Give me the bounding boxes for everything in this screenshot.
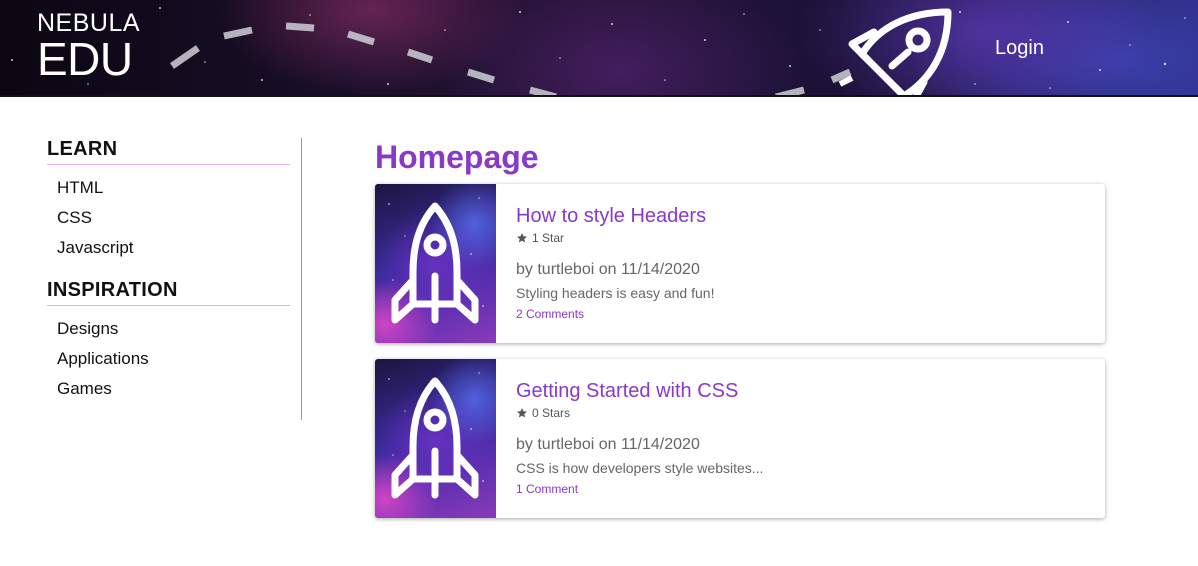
sidebar-heading-inspiration: INSPIRATION — [47, 279, 290, 306]
post-thumbnail — [375, 359, 496, 518]
post-byline: by turtleboi on 11/14/2020 — [516, 436, 700, 453]
sidebar-item-applications[interactable]: Applications — [57, 348, 290, 378]
star-icon — [517, 233, 527, 243]
post-body: Getting Started with CSS 0 Stars by turt… — [516, 379, 763, 496]
rocket-icon — [388, 197, 484, 324]
sidebar-item-designs[interactable]: Designs — [57, 318, 290, 348]
post-comments-link[interactable]: 1 Comment — [516, 482, 763, 496]
post-excerpt: Styling headers is easy and fun! — [516, 285, 715, 301]
post-title[interactable]: Getting Started with CSS — [516, 379, 763, 403]
post-title[interactable]: How to style Headers — [516, 204, 714, 228]
sidebar-list-inspiration: Designs Applications Games — [47, 306, 290, 408]
post-star-count: 1 Star — [532, 231, 565, 245]
post-card[interactable]: How to style Headers 1 Star by turtleboi… — [375, 184, 1105, 343]
post-excerpt: CSS is how developers style websites... — [516, 460, 764, 476]
site-logo[interactable]: NEBULA EDU — [37, 11, 140, 85]
post-rating: 0 Stars — [516, 406, 763, 420]
sidebar-item-html[interactable]: HTML — [57, 177, 290, 207]
post-card[interactable]: Getting Started with CSS 0 Stars by turt… — [375, 359, 1105, 518]
sidebar-section-inspiration: INSPIRATION Designs Applications Games — [47, 279, 290, 408]
sidebar-nav: LEARN HTML CSS Javascript INSPIRATION De… — [47, 138, 302, 420]
rocket-icon — [388, 372, 484, 499]
post-comments-link[interactable]: 2 Comments — [516, 307, 714, 321]
sidebar-item-games[interactable]: Games — [57, 378, 290, 408]
sidebar-item-javascript[interactable]: Javascript — [57, 237, 290, 267]
star-icon — [517, 408, 527, 418]
post-star-count: 0 Stars — [532, 406, 571, 420]
rocket-icon — [838, 8, 952, 95]
page-title: Homepage — [375, 139, 539, 175]
sidebar-list-learn: HTML CSS Javascript — [47, 165, 290, 267]
login-link[interactable]: Login — [995, 37, 1044, 60]
post-thumbnail — [375, 184, 496, 343]
sidebar-section-learn: LEARN HTML CSS Javascript — [47, 138, 290, 267]
post-rating: 1 Star — [516, 231, 714, 245]
post-body: How to style Headers 1 Star by turtleboi… — [516, 204, 714, 321]
sidebar-item-css[interactable]: CSS — [57, 207, 290, 237]
logo-bottom-text: EDU — [37, 33, 133, 85]
site-header: NEBULA EDU Login — [0, 0, 1198, 97]
post-byline: by turtleboi on 11/14/2020 — [516, 261, 700, 278]
sidebar-heading-learn: LEARN — [47, 138, 290, 165]
